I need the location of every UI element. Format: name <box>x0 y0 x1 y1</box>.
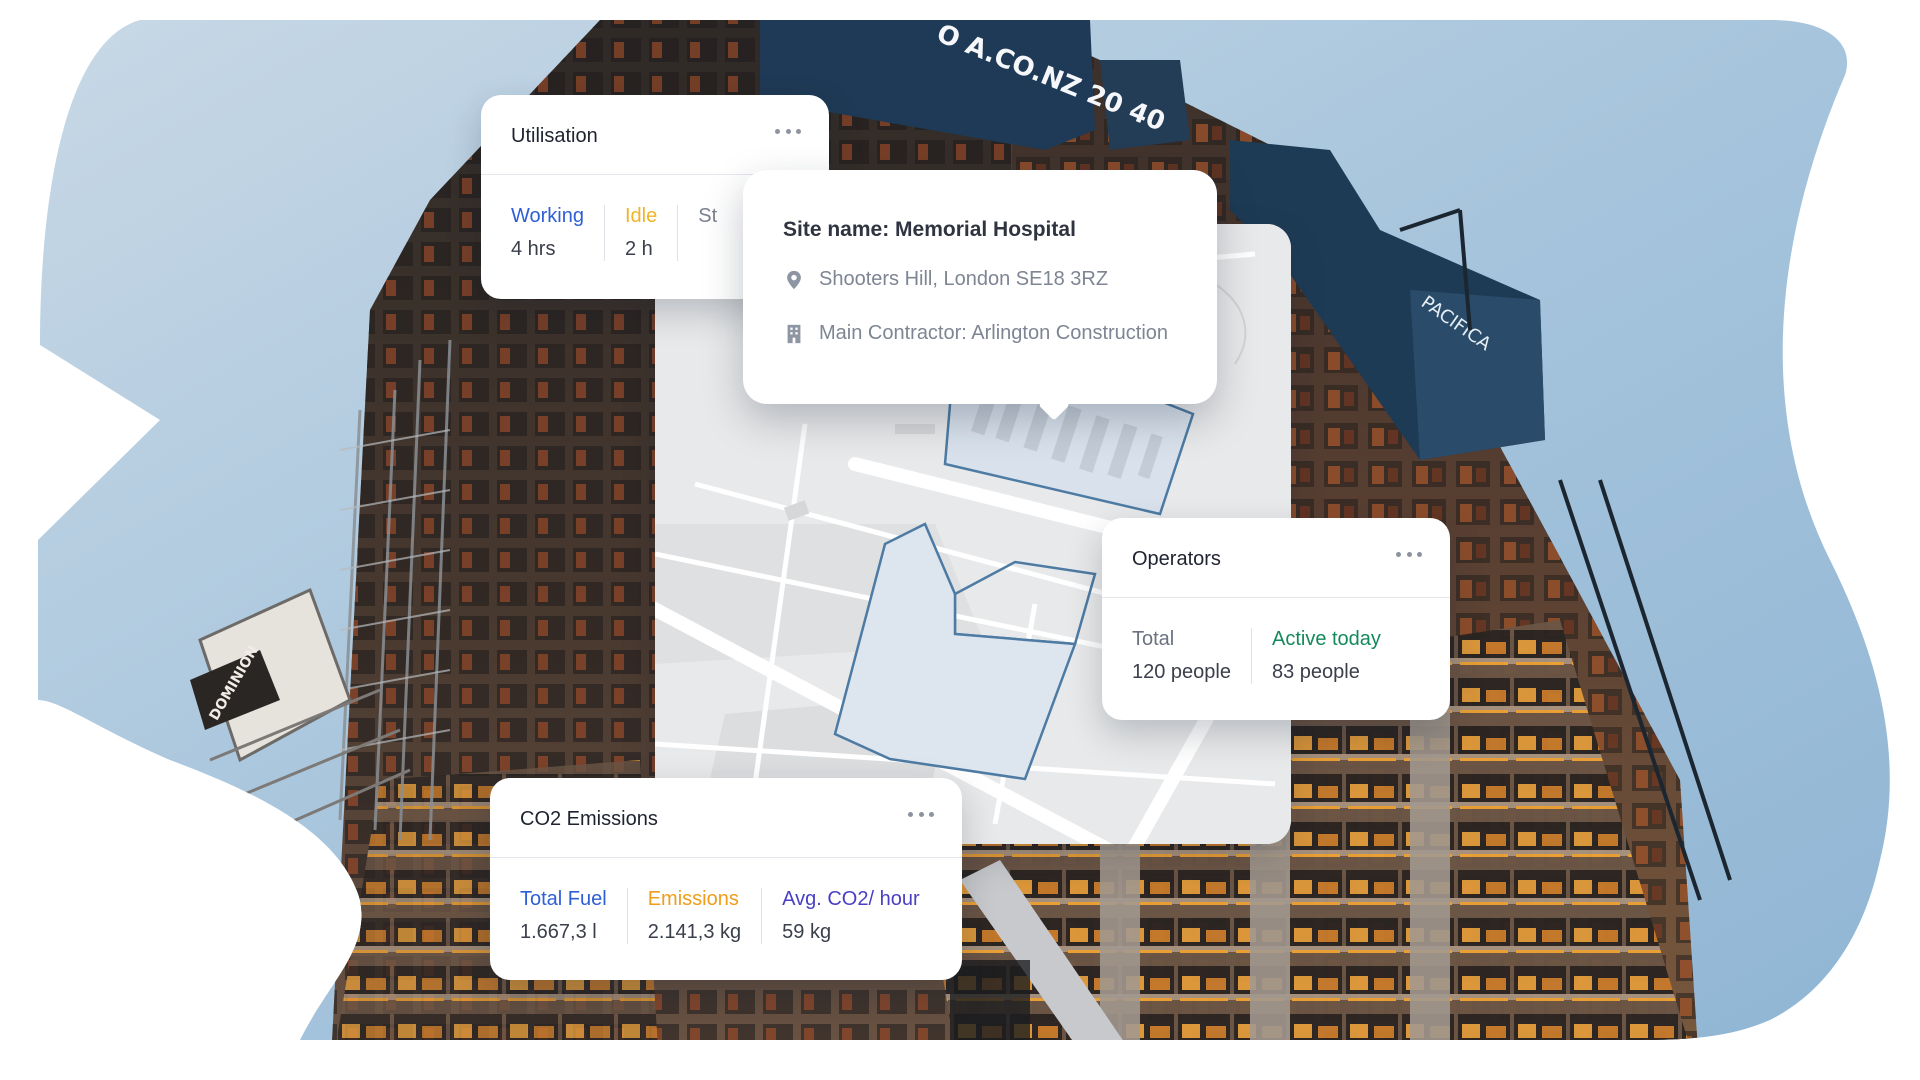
metric-standby: St <box>677 205 737 261</box>
metric-label: St <box>698 205 718 227</box>
card-title: Operators <box>1132 548 1221 570</box>
more-horizontal-icon[interactable] <box>775 121 801 141</box>
metric-label: Emissions <box>647 888 739 910</box>
emissions-metrics: Total Fuel 1.667,3 l Emissions 2.141,3 k… <box>520 888 940 944</box>
metric-label: Working <box>511 205 584 227</box>
operators-header: Operators <box>1102 518 1450 598</box>
metric-value: 2.141,3 kg <box>647 921 742 943</box>
metric-active-today: Active today 83 people <box>1250 628 1401 684</box>
more-horizontal-icon[interactable] <box>908 804 934 824</box>
metric-total: Total 120 people <box>1132 628 1251 684</box>
site-contractor: Main Contractor: Arlington Construction <box>783 322 1168 345</box>
metric-label: Total Fuel <box>520 888 607 910</box>
site-info-popup: Site name: Memorial Hospital Shooters Hi… <box>743 170 1217 404</box>
metric-label: Total <box>1132 628 1175 650</box>
site-address: Shooters Hill, London SE18 3RZ <box>783 268 1108 291</box>
utilisation-metrics: Working 4 hrs Idle 2 h St <box>511 205 737 261</box>
site-address-text: Shooters Hill, London SE18 3RZ <box>819 268 1109 290</box>
metric-emissions: Emissions 2.141,3 kg <box>626 888 761 944</box>
metric-value: 4 hrs <box>511 238 556 260</box>
site-contractor-text: Main Contractor: Arlington Construction <box>819 322 1169 344</box>
metric-total-fuel: Total Fuel 1.667,3 l <box>520 888 627 944</box>
metric-label: Avg. CO2/ hour <box>782 888 920 910</box>
metric-value: 83 people <box>1271 661 1360 683</box>
metric-value: 1.667,3 l <box>520 921 597 943</box>
location-pin-icon <box>787 270 801 289</box>
metric-label: Idle <box>625 205 658 227</box>
co2-emissions-card: CO2 Emissions Total Fuel 1.667,3 l Emiss… <box>490 778 962 980</box>
metric-label: Active today <box>1271 628 1381 650</box>
operators-metrics: Total 120 people Active today 83 people <box>1132 628 1401 684</box>
utilisation-header: Utilisation <box>481 95 829 175</box>
operators-card: Operators Total 120 people Active today … <box>1102 518 1450 720</box>
metric-value: 2 h <box>625 238 653 260</box>
metric-value: 59 kg <box>782 921 832 943</box>
metric-working: Working 4 hrs <box>511 205 604 261</box>
building-icon <box>787 324 801 343</box>
more-horizontal-icon[interactable] <box>1396 544 1422 564</box>
card-title: Utilisation <box>511 125 598 147</box>
site-name: Site name: Memorial Hospital <box>783 218 1076 241</box>
metric-value: 120 people <box>1132 661 1231 683</box>
emissions-header: CO2 Emissions <box>490 778 962 858</box>
metric-avg-co2: Avg. CO2/ hour 59 kg <box>761 888 939 944</box>
card-title: CO2 Emissions <box>520 808 658 830</box>
metric-idle: Idle 2 h <box>604 205 677 261</box>
